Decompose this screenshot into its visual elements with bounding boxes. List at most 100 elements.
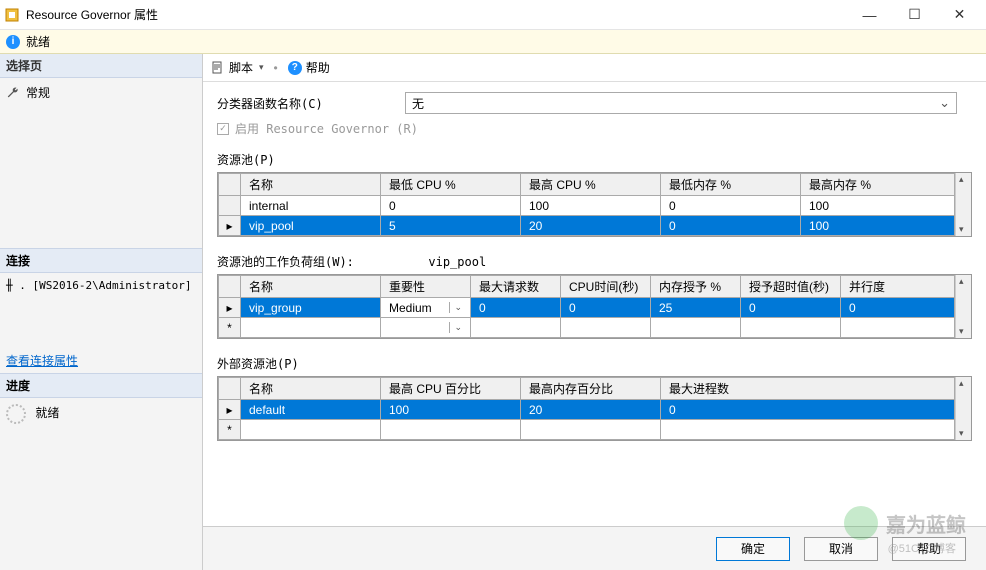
cell-empty[interactable] (521, 420, 661, 440)
cell-dop[interactable]: 0 (841, 298, 955, 318)
cell-name[interactable]: default (241, 400, 381, 420)
cell-max-mem[interactable]: 20 (521, 400, 661, 420)
chevron-down-icon[interactable]: ⌄ (449, 322, 462, 333)
col-max-mem[interactable]: 最高内存 % (801, 174, 955, 196)
cell-min-mem[interactable]: 0 (661, 216, 801, 236)
cell-empty[interactable] (561, 318, 651, 338)
workload-section-label: 资源池的工作负荷组(W): vip_pool (217, 253, 972, 270)
cell-max-cpu[interactable]: 100 (381, 400, 521, 420)
col-name[interactable]: 名称 (241, 378, 381, 400)
vertical-scrollbar[interactable] (955, 173, 971, 236)
help-icon: ? (288, 61, 302, 75)
cell-grant-timeout[interactable]: 0 (741, 298, 841, 318)
cell-min-cpu[interactable]: 5 (381, 216, 521, 236)
enable-rg-label: 启用 Resource Governor (R) (235, 120, 418, 137)
cell-min-cpu[interactable]: 0 (381, 196, 521, 216)
close-button[interactable]: ✕ (937, 1, 982, 29)
cell-empty[interactable] (741, 318, 841, 338)
app-icon (4, 7, 20, 23)
cell-empty[interactable] (241, 318, 381, 338)
plug-icon: ╫ (6, 279, 13, 292)
cell-cpu-time[interactable]: 0 (561, 298, 651, 318)
ext-grid[interactable]: 名称 最高 CPU 百分比 最高内存百分比 最大进程数 ▸ default 10… (218, 377, 955, 440)
cell-name[interactable]: vip_pool (241, 216, 381, 236)
col-max-cpu[interactable]: 最高 CPU % (521, 174, 661, 196)
table-row[interactable]: internal 0 100 0 100 (219, 196, 955, 216)
view-connection-properties-link[interactable]: 查看连接属性 (0, 348, 202, 373)
script-dropdown[interactable]: 脚本 (211, 59, 264, 76)
cell-max-cpu[interactable]: 20 (521, 216, 661, 236)
pool-grid[interactable]: 名称 最低 CPU % 最高 CPU % 最低内存 % 最高内存 % inter… (218, 173, 955, 236)
cell-empty[interactable] (841, 318, 955, 338)
col-max-req[interactable]: 最大请求数 (471, 276, 561, 298)
help-button[interactable]: ? 帮助 (288, 59, 330, 76)
row-header-blank (219, 174, 241, 196)
progress-header: 进度 (0, 373, 202, 398)
minimize-button[interactable]: — (847, 1, 892, 29)
table-row[interactable]: ▸ vip_pool 5 20 0 100 (219, 216, 955, 236)
cell-empty[interactable] (381, 420, 521, 440)
cell-mem-grant[interactable]: 25 (651, 298, 741, 318)
toolbar: 脚本 • ? 帮助 (203, 54, 986, 82)
cell-max-proc[interactable]: 0 (661, 400, 955, 420)
cell-max-req[interactable]: 0 (471, 298, 561, 318)
progress-text: 就绪 (35, 406, 59, 420)
info-icon: i (6, 35, 20, 49)
enable-rg-row: ✓ 启用 Resource Governor (R) (217, 120, 972, 137)
table-row[interactable]: ▸ vip_group Medium⌄ 0 0 25 0 0 (219, 298, 955, 318)
col-grant-timeout[interactable]: 授予超时值(秒) (741, 276, 841, 298)
cell-name[interactable]: vip_group (241, 298, 381, 318)
dialog-button-bar: 确定 取消 帮助 (203, 526, 986, 570)
cell-importance[interactable]: Medium⌄ (381, 298, 471, 318)
col-importance[interactable]: 重要性 (381, 276, 471, 298)
ext-section-label: 外部资源池(P) (217, 355, 972, 372)
col-name[interactable]: 名称 (241, 276, 381, 298)
help-button[interactable]: 帮助 (892, 537, 966, 561)
progress-area: 就绪 (0, 398, 202, 430)
script-label: 脚本 (229, 59, 253, 76)
col-cpu-time[interactable]: CPU时间(秒) (561, 276, 651, 298)
col-max-mem[interactable]: 最高内存百分比 (521, 378, 661, 400)
col-min-mem[interactable]: 最低内存 % (661, 174, 801, 196)
cell-importance-empty[interactable]: ⌄ (381, 318, 471, 338)
cancel-button[interactable]: 取消 (804, 537, 878, 561)
script-icon (211, 61, 225, 75)
pool-section-label: 资源池(P) (217, 151, 972, 168)
cell-empty[interactable] (471, 318, 561, 338)
chevron-down-icon[interactable]: ⌄ (449, 302, 462, 313)
workload-grid[interactable]: 名称 重要性 最大请求数 CPU时间(秒) 内存授予 % 授予超时值(秒) 并行… (218, 275, 955, 338)
cell-empty[interactable] (651, 318, 741, 338)
col-max-proc[interactable]: 最大进程数 (661, 378, 955, 400)
col-min-cpu[interactable]: 最低 CPU % (381, 174, 521, 196)
spinner-icon (6, 404, 26, 424)
table-row-new[interactable]: * (219, 420, 955, 440)
cell-max-mem[interactable]: 100 (801, 196, 955, 216)
vertical-scrollbar[interactable] (955, 377, 971, 440)
row-indicator-new: * (219, 420, 241, 440)
cell-empty[interactable] (661, 420, 955, 440)
row-indicator (219, 196, 241, 216)
enable-rg-checkbox[interactable]: ✓ (217, 123, 229, 135)
col-dop[interactable]: 并行度 (841, 276, 955, 298)
cell-empty[interactable] (241, 420, 381, 440)
table-row-new[interactable]: * ⌄ (219, 318, 955, 338)
cell-min-mem[interactable]: 0 (661, 196, 801, 216)
table-row[interactable]: ▸ default 100 20 0 (219, 400, 955, 420)
connection-info: ╫ . [WS2016-2\Administrator] (0, 273, 202, 298)
cell-max-cpu[interactable]: 100 (521, 196, 661, 216)
vertical-scrollbar[interactable] (955, 275, 971, 338)
ok-button[interactable]: 确定 (716, 537, 790, 561)
title-bar: Resource Governor 属性 — ☐ ✕ (0, 0, 986, 30)
col-mem-grant[interactable]: 内存授予 % (651, 276, 741, 298)
cell-max-mem[interactable]: 100 (801, 216, 955, 236)
row-header-blank (219, 276, 241, 298)
cell-name[interactable]: internal (241, 196, 381, 216)
connection-value: . [WS2016-2\Administrator] (19, 279, 191, 292)
col-max-cpu[interactable]: 最高 CPU 百分比 (381, 378, 521, 400)
classifier-combo[interactable]: 无 (405, 92, 957, 114)
maximize-button[interactable]: ☐ (892, 1, 937, 29)
sidebar-item-label: 常规 (26, 84, 50, 101)
sidebar-item-general[interactable]: 常规 (6, 82, 196, 103)
connection-header: 连接 (0, 248, 202, 273)
col-name[interactable]: 名称 (241, 174, 381, 196)
